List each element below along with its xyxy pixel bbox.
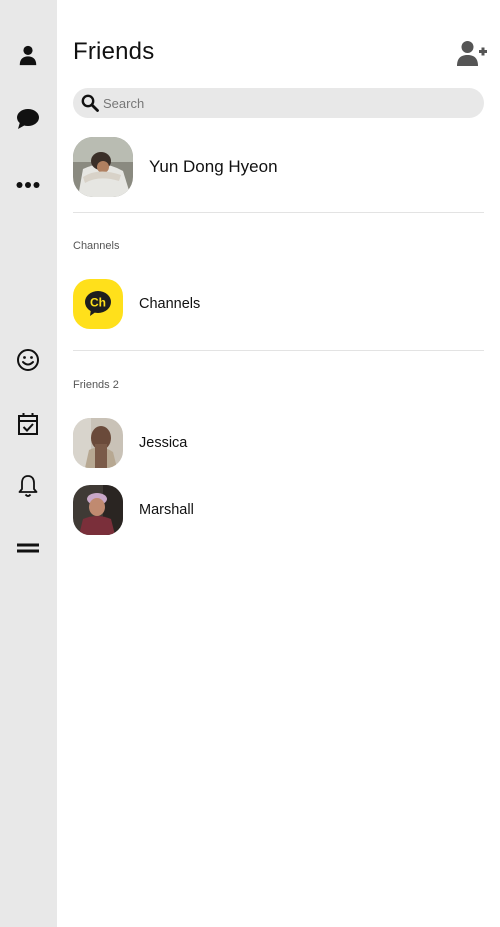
sidebar-item-emoticons[interactable] — [12, 344, 44, 376]
sidebar — [0, 0, 57, 927]
channel-logo-text: Ch — [90, 296, 106, 310]
sidebar-item-notifications[interactable] — [12, 470, 44, 502]
channel-name: Channels — [139, 296, 201, 312]
friend-avatar — [73, 418, 123, 468]
friend-avatar — [73, 485, 123, 535]
sidebar-item-calendar[interactable] — [12, 408, 44, 440]
section-label-friends: Friends 2 — [73, 379, 119, 391]
add-person-icon — [457, 41, 487, 66]
smiley-icon — [17, 349, 39, 371]
sidebar-item-more[interactable] — [12, 169, 44, 201]
my-profile-row[interactable]: Yun Dong Hyeon — [73, 137, 278, 197]
sidebar-item-chats[interactable] — [12, 103, 44, 135]
friend-row[interactable]: Jessica — [73, 418, 187, 468]
divider — [73, 212, 484, 213]
profile-name: Yun Dong Hyeon — [149, 157, 278, 176]
divider — [73, 350, 484, 351]
section-label-channels: Channels — [73, 240, 120, 252]
menu-icon — [17, 543, 39, 553]
calendar-check-icon — [18, 413, 38, 435]
channel-item[interactable]: Ch Channels — [73, 279, 200, 329]
sidebar-item-menu[interactable] — [12, 532, 44, 564]
chat-icon — [17, 109, 39, 129]
search-input[interactable] — [103, 93, 473, 113]
profile-avatar — [73, 137, 133, 197]
add-friend-button[interactable] — [457, 40, 487, 68]
page-title: Friends — [73, 38, 155, 65]
more-icon — [16, 182, 40, 188]
sidebar-item-friends[interactable] — [12, 39, 44, 71]
bell-icon — [18, 475, 38, 497]
friend-name: Jessica — [139, 435, 188, 451]
search-bar — [73, 88, 484, 118]
search-icon — [81, 94, 99, 112]
friend-name: Marshall — [139, 502, 194, 518]
friend-row[interactable]: Marshall — [73, 485, 194, 535]
channel-logo: Ch — [73, 279, 123, 329]
person-icon — [19, 45, 37, 66]
